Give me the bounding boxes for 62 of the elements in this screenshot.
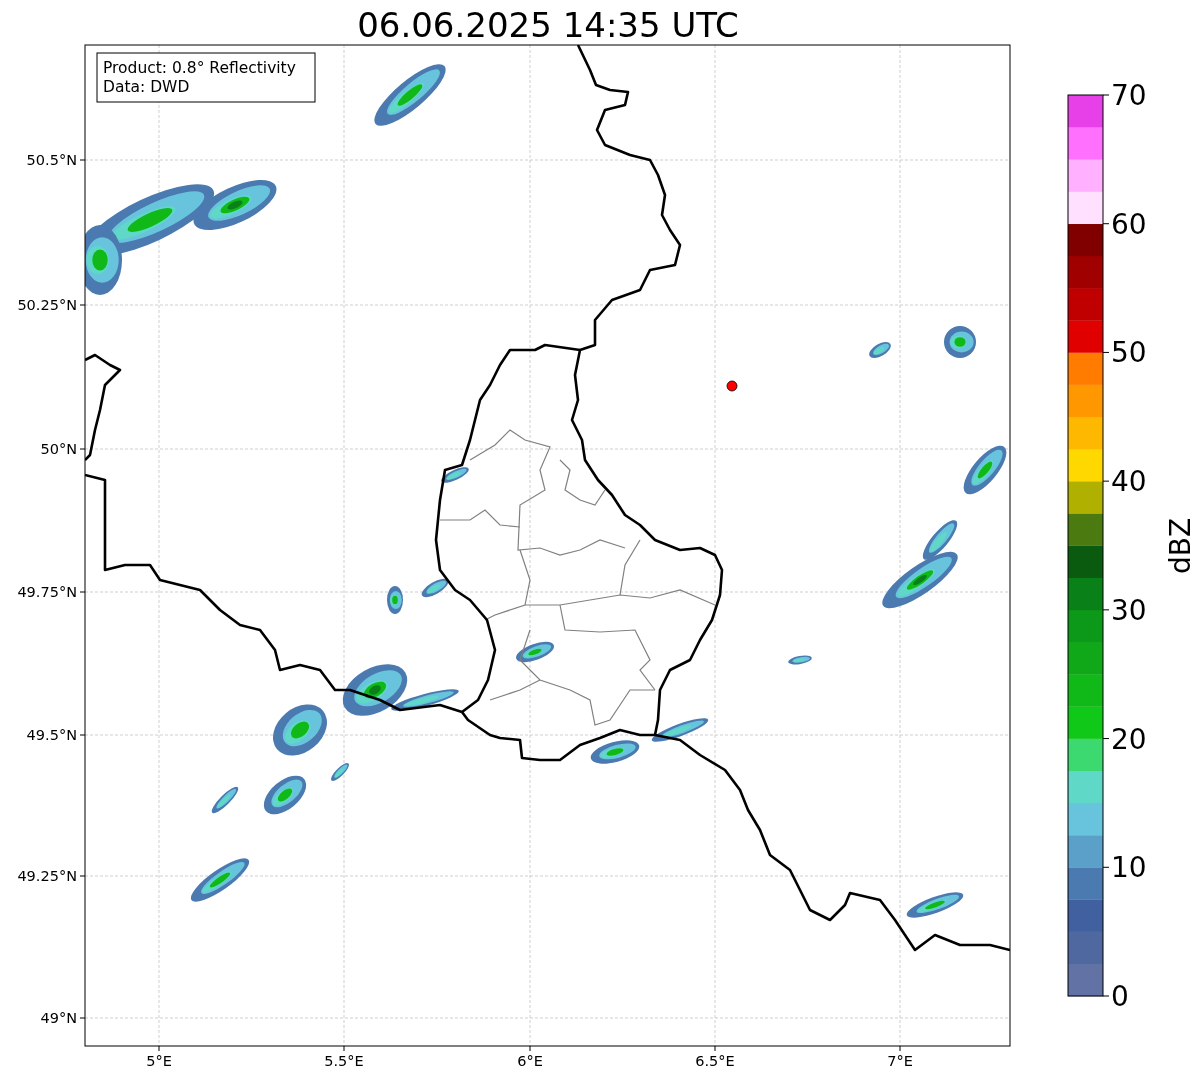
tick-mark [79, 591, 86, 593]
location-marker [726, 380, 738, 392]
tick-mark [1102, 94, 1110, 96]
tick-mark [79, 159, 86, 161]
x-tick-label: 6°E [517, 1053, 543, 1069]
tick-mark [1102, 995, 1110, 997]
radar-echo [263, 775, 307, 815]
x-tick-label: 6.5°E [695, 1053, 735, 1069]
tick-mark [529, 1045, 531, 1052]
figure-title: 06.06.2025 14:35 UTC [357, 5, 739, 45]
legend-line: Product: 0.8° Reflectivity [103, 59, 296, 77]
legend-line: Data: DWD [103, 78, 190, 96]
x-tick-label: 5°E [146, 1053, 172, 1069]
tick-mark [1102, 738, 1110, 740]
radar-echo [788, 655, 812, 665]
radar-echo [441, 467, 469, 483]
y-tick-label: 50.25°N [17, 297, 77, 313]
radar-echo [869, 342, 891, 358]
radar-echo [963, 445, 1007, 495]
radar-echo [190, 858, 250, 902]
y-tick-label: 49.25°N [17, 868, 77, 884]
y-tick-label: 50.5°N [26, 152, 77, 168]
colorbar-tick-label: 30 [1111, 593, 1147, 627]
colorbar-tick-label: 20 [1111, 722, 1147, 756]
tick-mark [714, 1045, 716, 1052]
y-tick-label: 49°N [40, 1010, 77, 1026]
x-tick-label: 5.5°E [324, 1053, 364, 1069]
colorbar-label: dBZ [1164, 517, 1197, 575]
radar-echo [516, 641, 554, 663]
radar-echo [944, 326, 976, 358]
radar-echo [387, 586, 403, 614]
x-tick-label: 7°E [887, 1053, 913, 1069]
radar-echo [211, 786, 239, 814]
radar-echo [906, 892, 964, 918]
radar-echo [331, 763, 349, 781]
tick-mark [158, 1045, 160, 1052]
tick-mark [343, 1045, 345, 1052]
tick-mark [1102, 223, 1110, 225]
colorbar-tick-label: 70 [1111, 79, 1147, 112]
tick-mark [79, 875, 86, 877]
y-tick-label: 49.5°N [26, 727, 77, 743]
radar-echo [421, 578, 449, 598]
radar-echo [651, 718, 709, 742]
colorbar-tick-label: 50 [1111, 336, 1147, 370]
tick-mark [79, 448, 86, 450]
radar-echo [273, 704, 327, 756]
colorbar-tick-label: 10 [1111, 851, 1147, 885]
tick-mark [79, 734, 86, 736]
y-tick-label: 50°N [40, 441, 77, 457]
tick-mark [79, 304, 86, 306]
radar-echo [374, 64, 446, 126]
tick-mark [1102, 480, 1110, 482]
colorbar-tick-label: 60 [1111, 207, 1147, 241]
y-tick-label: 49.75°N [17, 584, 77, 600]
tick-mark [1102, 609, 1110, 611]
tick-mark [1102, 351, 1110, 353]
tick-mark [79, 1017, 86, 1019]
colorbar-tick-label: 0 [1111, 980, 1129, 1013]
colorbar-tick-label: 40 [1111, 465, 1147, 499]
tick-mark [899, 1045, 901, 1052]
tick-mark [1102, 866, 1110, 868]
radar-echo [590, 740, 640, 764]
